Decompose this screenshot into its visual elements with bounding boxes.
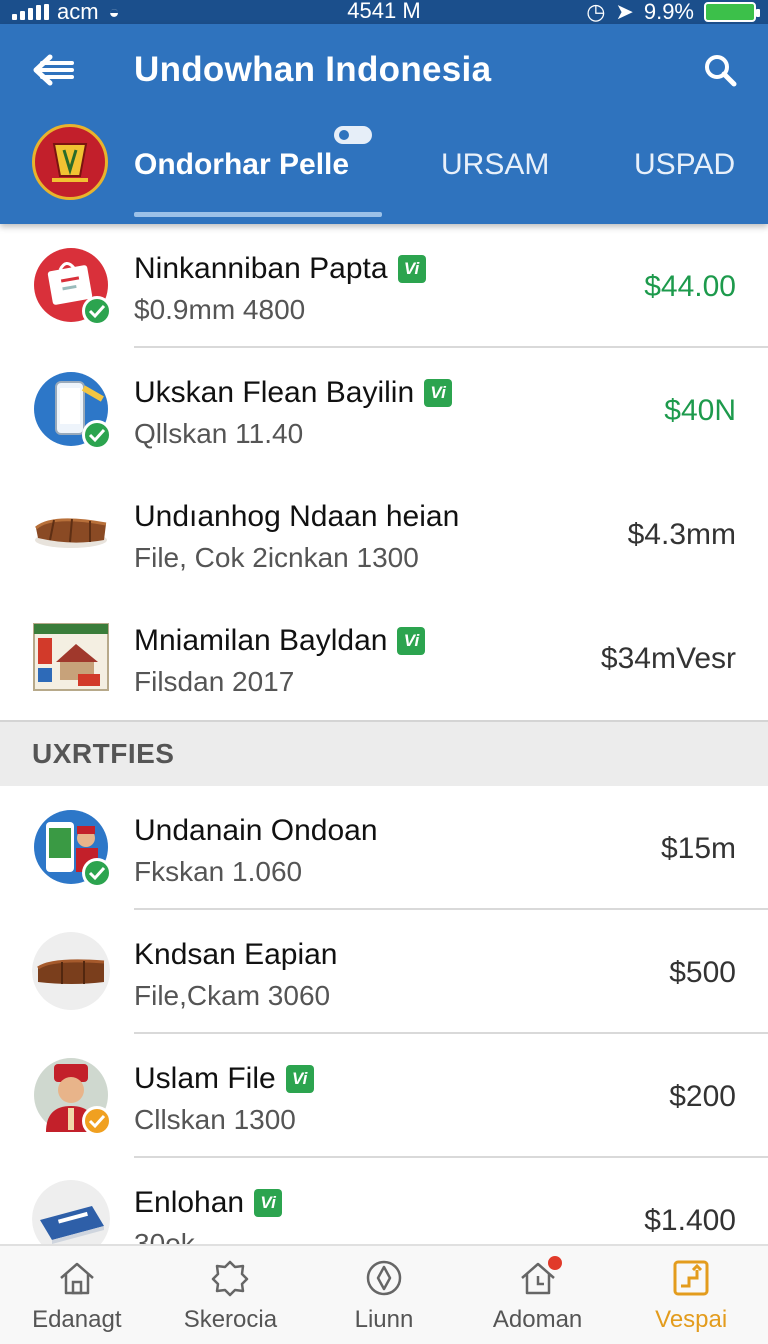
notification-dot xyxy=(545,1254,564,1272)
item-subtitle: Cllskan 1300 xyxy=(134,1104,296,1135)
list-item[interactable]: Ukskan Flean Bayilin Vi Qllskan 11.40 $4… xyxy=(0,348,768,472)
chart-box-icon xyxy=(669,1256,713,1300)
signal-icon xyxy=(12,4,49,20)
nav-label: Vespai xyxy=(655,1306,728,1333)
book-cover-image xyxy=(32,618,110,696)
search-button[interactable] xyxy=(696,46,744,94)
carrier-label: acm xyxy=(57,0,99,24)
nav-item-adoman[interactable]: Adoman xyxy=(461,1246,615,1344)
nav-item-vespai[interactable]: Vespai xyxy=(614,1246,768,1344)
item-subtitle: Qllskan 11.40 xyxy=(134,418,304,449)
section-header: UXRTFIES xyxy=(0,720,768,786)
nav-label: Skerocia xyxy=(183,1306,278,1333)
check-icon xyxy=(82,296,112,326)
item-title: Undanain Ondoan xyxy=(134,814,378,847)
verified-badge: Vi xyxy=(285,1065,314,1093)
toggle-switch[interactable] xyxy=(334,126,372,144)
item-price: $15m xyxy=(660,832,736,865)
verified-badge: Vi xyxy=(397,255,426,283)
item-title: Ukskan Flean Bayilin xyxy=(134,376,415,409)
item-subtitle: File, Cok 2icnkan 1300 xyxy=(134,542,419,573)
nav-item-skerocia[interactable]: Skerocia xyxy=(154,1246,308,1344)
item-title: Kndsan Eapian xyxy=(134,938,338,971)
nav-label: Liunn xyxy=(354,1306,414,1333)
battery-icon xyxy=(704,2,760,22)
list-item[interactable]: Undanain Ondoan Fkskan 1.060 $15m xyxy=(0,786,768,910)
verified-badge: Vi xyxy=(424,379,453,407)
nav-label: Adoman xyxy=(492,1306,583,1333)
verified-badge: Vi xyxy=(397,627,426,655)
verified-badge: Vi xyxy=(254,1189,283,1217)
compass-icon xyxy=(362,1256,406,1300)
alarm-icon: ◷ xyxy=(586,0,606,24)
shopping-bag-icon xyxy=(32,246,112,326)
phone-icon xyxy=(32,370,112,450)
tab-uspad[interactable]: USPAD xyxy=(634,148,735,182)
item-price: $34mVesr xyxy=(600,642,736,675)
app-bar: Undowhan Indonesia Ondorhar Pelle URSAM … xyxy=(0,24,768,224)
item-subtitle: Filsdan 2017 xyxy=(134,666,295,697)
person-avatar xyxy=(32,1056,112,1136)
item-price: $40N xyxy=(664,394,736,427)
nav-item-liunn[interactable]: Liunn xyxy=(307,1246,461,1344)
list-item[interactable]: Mniamilan Bayldan Vi Filsdan 2017 $34mVe… xyxy=(0,596,768,720)
badge-icon xyxy=(208,1256,252,1300)
wifi-icon: ◒ xyxy=(108,1,120,22)
active-tab-indicator xyxy=(134,212,382,217)
item-subtitle: File,Ckam 3060 xyxy=(134,980,331,1011)
back-arrow-icon xyxy=(33,54,74,86)
location-icon: ➤ xyxy=(615,0,634,24)
list-item[interactable]: Undıanhog Ndaan heian File, Cok 2icnkan … xyxy=(0,472,768,596)
list-item[interactable]: Kndsan Eapian File,Ckam 3060 $500 xyxy=(0,910,768,1034)
back-button[interactable] xyxy=(26,48,82,92)
status-bar: acm ◒ 4541 M ◷ ➤ 9.9% xyxy=(0,0,768,24)
list-item[interactable]: Ninkanniban Papta Vi $0.9mm 4800 $44.00 xyxy=(0,224,768,348)
page-title: Undowhan Indonesia xyxy=(134,50,492,89)
item-title: Uslam File xyxy=(134,1062,276,1095)
chocolate-bar-image xyxy=(32,932,110,1010)
search-icon xyxy=(705,55,737,87)
item-title: Undıanhog Ndaan heian xyxy=(134,500,460,533)
item-price: $500 xyxy=(669,956,736,989)
house-alert-icon xyxy=(516,1254,564,1300)
item-title: Enlohan xyxy=(134,1186,245,1219)
home-icon xyxy=(55,1256,99,1300)
item-subtitle: $0.9mm 4800 xyxy=(134,294,306,325)
item-title: Ninkanniban Papta xyxy=(134,252,388,285)
nav-label: Edanagt xyxy=(32,1306,122,1333)
item-price: $4.3mm xyxy=(627,518,736,551)
star-badge-icon xyxy=(82,1106,112,1136)
bottom-navigation: Edanagt Skerocia Liunn Adoman Vespai xyxy=(0,1244,768,1344)
item-price: $1.400 xyxy=(644,1204,736,1237)
battery-label: 9.9% xyxy=(643,0,694,24)
tab-ursam[interactable]: URSAM xyxy=(441,148,549,182)
check-icon xyxy=(82,420,112,450)
pastry-image xyxy=(32,494,110,572)
item-subtitle: Fkskan 1.060 xyxy=(134,856,303,887)
check-icon xyxy=(82,858,112,888)
brand-logo xyxy=(32,124,108,200)
item-price: $44.00 xyxy=(644,270,736,303)
list-item[interactable]: Uslam File Vi Cllskan 1300 $200 xyxy=(0,1034,768,1158)
item-title: Mniamilan Bayldan xyxy=(134,624,388,657)
product-list: Ninkanniban Papta Vi $0.9mm 4800 $44.00 … xyxy=(0,224,768,1282)
nav-item-edanagt[interactable]: Edanagt xyxy=(0,1246,154,1344)
tab-ondorhar-pelle[interactable]: Ondorhar Pelle xyxy=(134,148,349,182)
item-price: $200 xyxy=(669,1080,736,1113)
phone-person-icon xyxy=(32,808,112,888)
